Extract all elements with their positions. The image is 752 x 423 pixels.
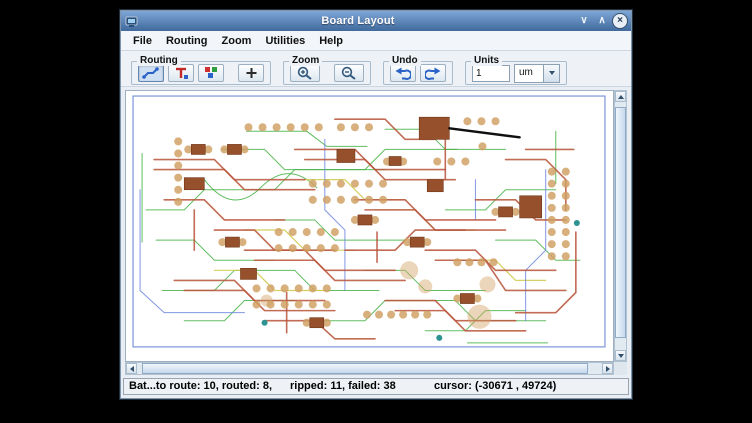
menu-utilities[interactable]: Utilities (258, 33, 312, 49)
menu-help[interactable]: Help (312, 33, 350, 49)
redo-icon (425, 66, 441, 80)
board-layout-window: Board Layout ∨ ∧ × File Routing Zoom Uti… (120, 10, 632, 399)
menu-zoom[interactable]: Zoom (215, 33, 259, 49)
triangle-down-icon (618, 354, 624, 358)
scroll-down-button[interactable] (615, 350, 626, 361)
menu-file[interactable]: File (126, 33, 159, 49)
zoom-out-icon (340, 66, 358, 80)
vertical-scroll-track[interactable] (615, 102, 626, 350)
triangle-left-icon (130, 366, 134, 372)
traces-red (154, 119, 576, 339)
scroll-left-button[interactable] (126, 363, 137, 374)
unrouted-airline (449, 128, 519, 137)
titlebar[interactable]: Board Layout ∨ ∧ × (121, 11, 631, 31)
pcb-board-drawing (126, 91, 613, 361)
move-button[interactable] (238, 64, 264, 82)
horizontal-scroll-track[interactable] (137, 363, 602, 374)
traces-green (142, 129, 580, 343)
zoom-group-label: Zoom (289, 55, 322, 66)
interactive-route-icon (173, 66, 189, 80)
autoroute-icon (142, 66, 160, 80)
undo-group: Undo (383, 61, 453, 85)
vertical-scroll-thumb[interactable] (615, 107, 626, 338)
zoom-group: Zoom (283, 61, 371, 85)
rip-stats: ripped: 11, failed: 38 (290, 380, 396, 393)
pcb-canvas[interactable] (125, 90, 614, 362)
window-controls: ∨ ∧ × (577, 14, 627, 28)
components (184, 117, 541, 328)
units-group-label: Units (471, 55, 502, 66)
scroll-up-button[interactable] (615, 91, 626, 102)
route-stats: Bat...to route: 10, routed: 8, (129, 380, 272, 393)
autoroute-button[interactable] (138, 64, 164, 82)
route-layers-button[interactable] (198, 64, 224, 82)
undo-icon (395, 66, 411, 80)
chip-top (419, 117, 449, 139)
minimize-button[interactable]: ∨ (577, 14, 591, 28)
traces-yellow (214, 180, 545, 291)
redo-button[interactable] (420, 64, 446, 82)
menubar: File Routing Zoom Utilities Help (121, 31, 631, 51)
canvas-wrap (125, 90, 627, 375)
triangle-up-icon (618, 95, 624, 99)
menu-routing[interactable]: Routing (159, 33, 215, 49)
app-icon (125, 14, 139, 28)
zoom-in-icon (296, 66, 314, 80)
undo-group-label: Undo (389, 55, 421, 66)
route-layers-icon (204, 66, 219, 80)
units-combobox-value: um (515, 65, 543, 82)
scroll-right-button[interactable] (602, 363, 613, 374)
interactive-route-button[interactable] (168, 64, 194, 82)
triangle-right-icon (606, 366, 610, 372)
statusbar: Bat...to route: 10, routed: 8, ripped: 1… (123, 378, 629, 395)
horizontal-scroll-thumb[interactable] (142, 363, 588, 374)
move-cross-icon (244, 66, 259, 80)
content-pane (121, 87, 631, 377)
vertical-scrollbar[interactable] (614, 90, 627, 362)
units-group: Units um (465, 61, 567, 85)
units-combobox-button[interactable] (543, 65, 559, 82)
close-button[interactable]: × (613, 14, 627, 28)
routing-group-label: Routing (137, 55, 181, 66)
scrollbar-corner (614, 362, 627, 375)
horizontal-scrollbar[interactable] (125, 362, 614, 375)
units-combobox[interactable]: um (514, 64, 560, 83)
zoom-in-button[interactable] (290, 64, 320, 82)
undo-button[interactable] (390, 64, 416, 82)
chip-right (520, 196, 542, 218)
units-input[interactable] (472, 65, 510, 82)
maximize-button[interactable]: ∧ (595, 14, 609, 28)
zoom-out-button[interactable] (334, 64, 364, 82)
toolbar: Routing (121, 51, 631, 87)
cursor-position: cursor: (-30671 , 49724) (434, 380, 556, 393)
chevron-down-icon (549, 71, 555, 75)
window-title: Board Layout (139, 15, 577, 27)
routing-group: Routing (131, 61, 271, 85)
